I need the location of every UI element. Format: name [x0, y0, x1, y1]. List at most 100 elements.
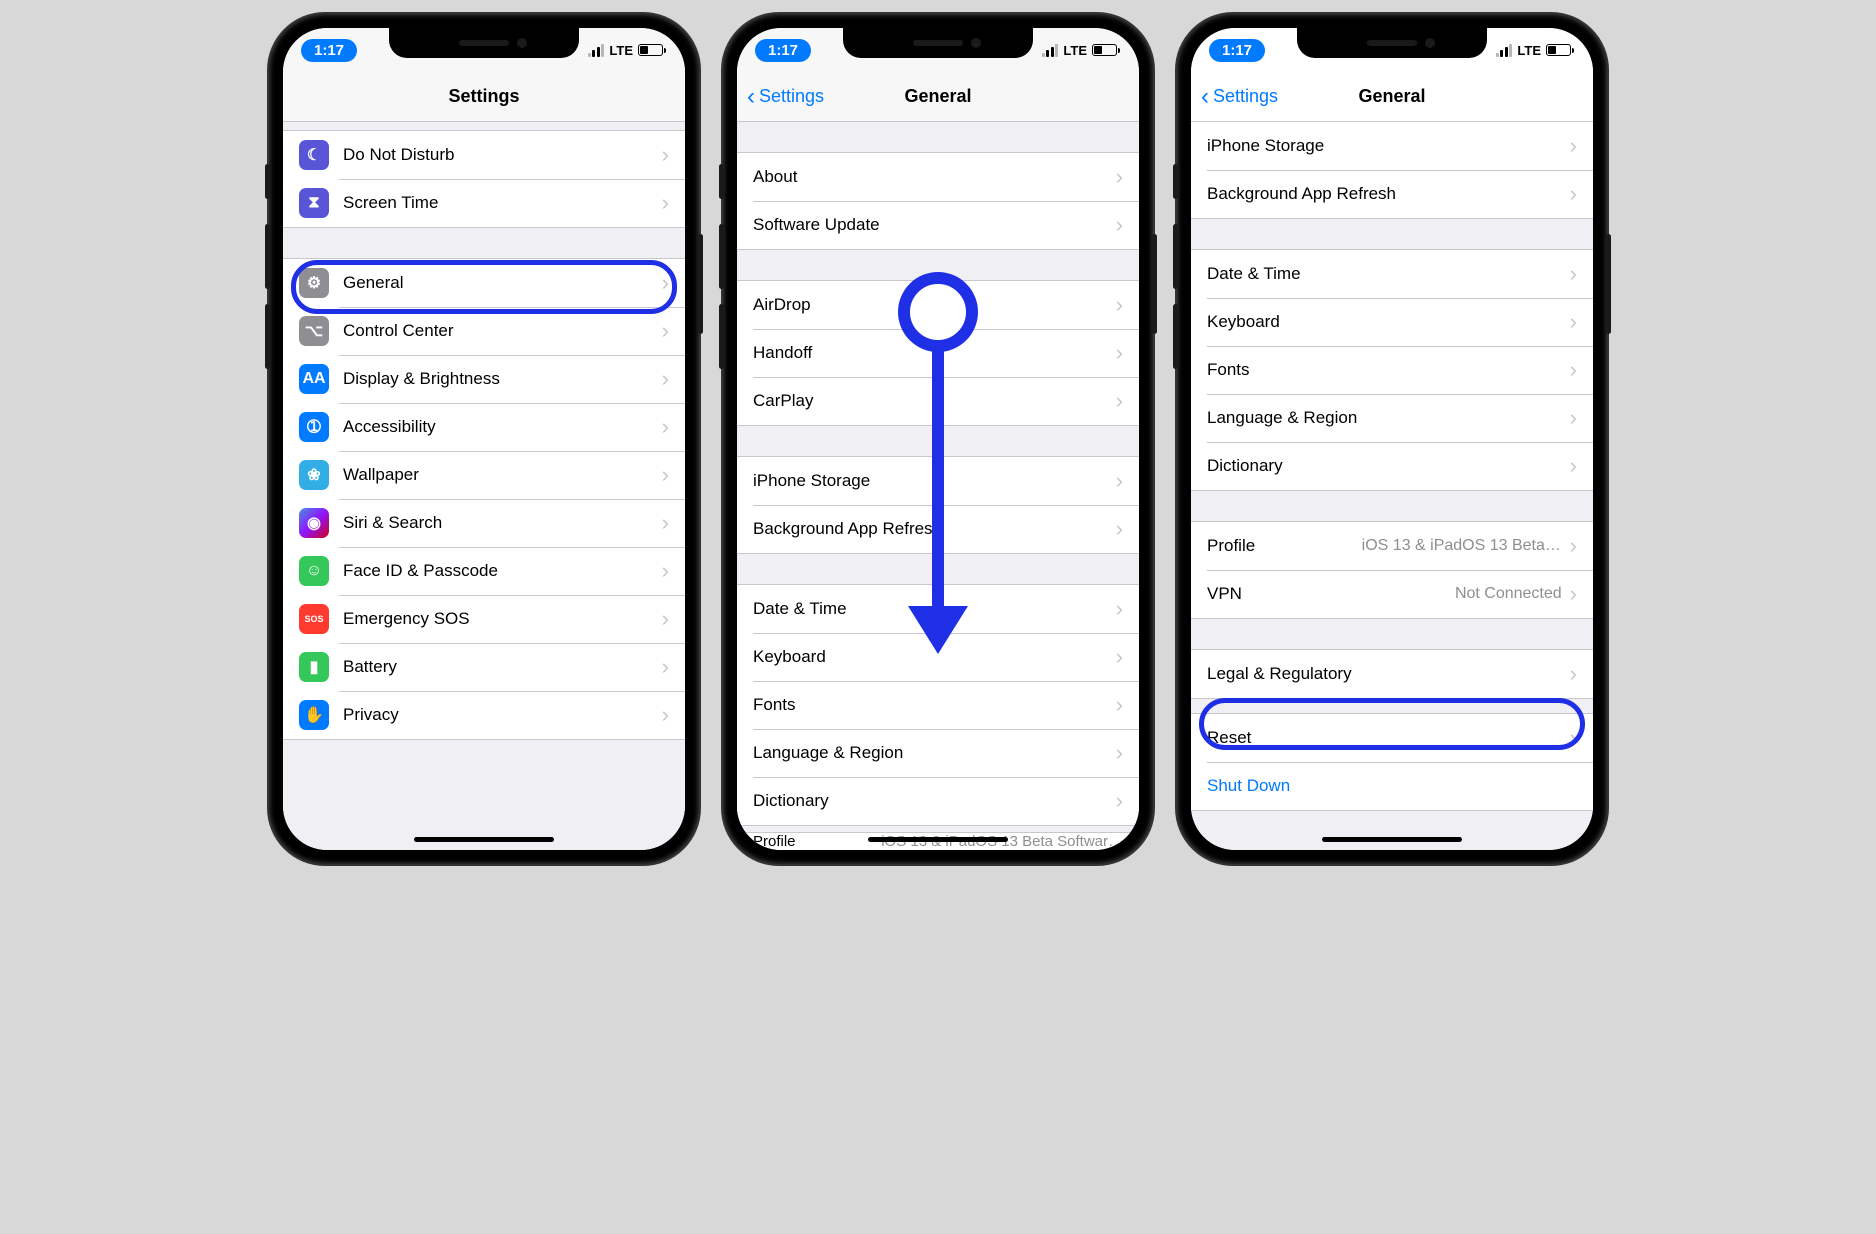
row-battery[interactable]: ▮Battery› — [283, 643, 685, 691]
screen-3: 1:17 LTE ‹ Settings General iPhone Stora… — [1191, 28, 1593, 850]
faceid-icon: ☺ — [299, 556, 329, 586]
row-date-time[interactable]: Date & Time› — [1191, 250, 1593, 298]
notch — [389, 28, 579, 58]
chevron-right-icon: › — [662, 654, 669, 680]
row-sos[interactable]: SOSEmergency SOS› — [283, 595, 685, 643]
row-label: Control Center — [343, 321, 662, 341]
row-label: Siri & Search — [343, 513, 662, 533]
chevron-right-icon: › — [1570, 261, 1577, 287]
signal-icon — [1042, 44, 1059, 57]
row-fonts[interactable]: Fonts› — [737, 681, 1139, 729]
chevron-right-icon: › — [662, 702, 669, 728]
row-profile[interactable]: ProfileiOS 13 & iPadOS 13 Beta Softwar..… — [1191, 522, 1593, 570]
chevron-right-icon: › — [662, 318, 669, 344]
settings-list[interactable]: ☾Do Not Disturb›⧗Screen Time› ⚙General›⌥… — [283, 122, 685, 850]
group-storage: iPhone Storage›Background App Refresh› — [1191, 122, 1593, 219]
row-label: VPN — [1207, 584, 1455, 604]
row-faceid[interactable]: ☺Face ID & Passcode› — [283, 547, 685, 595]
row-date-time[interactable]: Date & Time› — [737, 585, 1139, 633]
back-button[interactable]: ‹ Settings — [747, 85, 824, 109]
chevron-right-icon: › — [662, 190, 669, 216]
row-screen-time[interactable]: ⧗Screen Time› — [283, 179, 685, 227]
row-airdrop[interactable]: AirDrop› — [737, 281, 1139, 329]
row-wallpaper[interactable]: ❀Wallpaper› — [283, 451, 685, 499]
row-keyboard[interactable]: Keyboard› — [737, 633, 1139, 681]
carrier-label: LTE — [1063, 43, 1087, 58]
row-label: Privacy — [343, 705, 662, 725]
row-label: Dictionary — [1207, 456, 1570, 476]
chevron-right-icon: › — [1116, 596, 1123, 622]
row-fonts[interactable]: Fonts› — [1191, 346, 1593, 394]
row-label: iPhone Storage — [753, 471, 1116, 491]
group-legal: Legal & Regulatory› — [1191, 649, 1593, 699]
battery-icon — [638, 44, 663, 56]
row-label: Background App Refresh — [1207, 184, 1570, 204]
row-language-region[interactable]: Language & Region› — [1191, 394, 1593, 442]
row-detail: Not Connected — [1455, 585, 1562, 603]
display-icon: AA — [299, 364, 329, 394]
phone-frame-2: 1:17 LTE ‹ Settings General About›Softwa… — [723, 14, 1153, 864]
row-dictionary[interactable]: Dictionary› — [1191, 442, 1593, 490]
general-list-scrolled[interactable]: iPhone Storage›Background App Refresh› D… — [1191, 122, 1593, 850]
screen-2: 1:17 LTE ‹ Settings General About›Softwa… — [737, 28, 1139, 850]
row-control-center[interactable]: ⌥Control Center› — [283, 307, 685, 355]
row-label: Reset — [1207, 728, 1570, 748]
row-handoff[interactable]: Handoff› — [737, 329, 1139, 377]
group-datetime: Date & Time›Keyboard›Fonts›Language & Re… — [737, 584, 1139, 826]
row-siri[interactable]: ◉Siri & Search› — [283, 499, 685, 547]
row-bg-refresh[interactable]: Background App Refresh› — [1191, 170, 1593, 218]
row-label: Date & Time — [753, 599, 1116, 619]
home-indicator[interactable] — [1322, 837, 1462, 842]
row-dnd[interactable]: ☾Do Not Disturb› — [283, 131, 685, 179]
nav-bar: ‹ Settings General — [737, 72, 1139, 122]
chevron-left-icon: ‹ — [1201, 85, 1209, 109]
chevron-right-icon: › — [1570, 725, 1577, 751]
row-carplay[interactable]: CarPlay› — [737, 377, 1139, 425]
status-right: LTE — [1496, 43, 1571, 58]
row-vpn[interactable]: VPNNot Connected› — [1191, 570, 1593, 618]
group-datetime: Date & Time›Keyboard›Fonts›Language & Re… — [1191, 249, 1593, 491]
row-iphone-storage[interactable]: iPhone Storage› — [737, 457, 1139, 505]
row-label: Legal & Regulatory — [1207, 664, 1570, 684]
signal-icon — [1496, 44, 1513, 57]
hourglass-icon: ⧗ — [299, 188, 329, 218]
gear-icon: ⚙ — [299, 268, 329, 298]
row-shutdown[interactable]: Shut Down — [1191, 762, 1593, 810]
chevron-right-icon: › — [1570, 661, 1577, 687]
privacy-icon: ✋ — [299, 700, 329, 730]
row-label: Do Not Disturb — [343, 145, 662, 165]
row-legal[interactable]: Legal & Regulatory› — [1191, 650, 1593, 698]
row-privacy[interactable]: ✋ Privacy› — [283, 691, 685, 739]
row-language-region[interactable]: Language & Region› — [737, 729, 1139, 777]
chevron-right-icon: › — [1116, 468, 1123, 494]
general-list[interactable]: About›Software Update› AirDrop›Handoff›C… — [737, 122, 1139, 850]
back-button[interactable]: ‹ Settings — [1201, 85, 1278, 109]
chevron-right-icon: › — [1116, 740, 1123, 766]
row-general[interactable]: ⚙General› — [283, 259, 685, 307]
home-indicator[interactable] — [414, 837, 554, 842]
row-label: Fonts — [753, 695, 1116, 715]
chevron-right-icon: › — [1116, 292, 1123, 318]
row-about[interactable]: About› — [737, 153, 1139, 201]
row-software-update[interactable]: Software Update› — [737, 201, 1139, 249]
row-label: Language & Region — [753, 743, 1116, 763]
row-bg-refresh[interactable]: Background App Refresh› — [737, 505, 1139, 553]
row-reset[interactable]: Reset› — [1191, 714, 1593, 762]
nav-title: Settings — [448, 86, 519, 107]
row-dictionary[interactable]: Dictionary› — [737, 777, 1139, 825]
row-display[interactable]: AADisplay & Brightness› — [283, 355, 685, 403]
row-keyboard[interactable]: Keyboard› — [1191, 298, 1593, 346]
notch — [1297, 28, 1487, 58]
home-indicator[interactable] — [868, 837, 1008, 842]
chevron-right-icon: › — [1570, 181, 1577, 207]
row-iphone-storage[interactable]: iPhone Storage› — [1191, 122, 1593, 170]
row-label: Emergency SOS — [343, 609, 662, 629]
chevron-right-icon: › — [1116, 644, 1123, 670]
row-label: Shut Down — [1207, 776, 1577, 796]
phone-frame-1: 1:17 LTE Settings ☾Do Not Disturb›⧗Scree… — [269, 14, 699, 864]
back-label: Settings — [759, 86, 824, 107]
row-accessibility[interactable]: ➀Accessibility› — [283, 403, 685, 451]
row-label: Wallpaper — [343, 465, 662, 485]
chevron-right-icon: › — [662, 510, 669, 536]
chevron-right-icon: › — [662, 414, 669, 440]
